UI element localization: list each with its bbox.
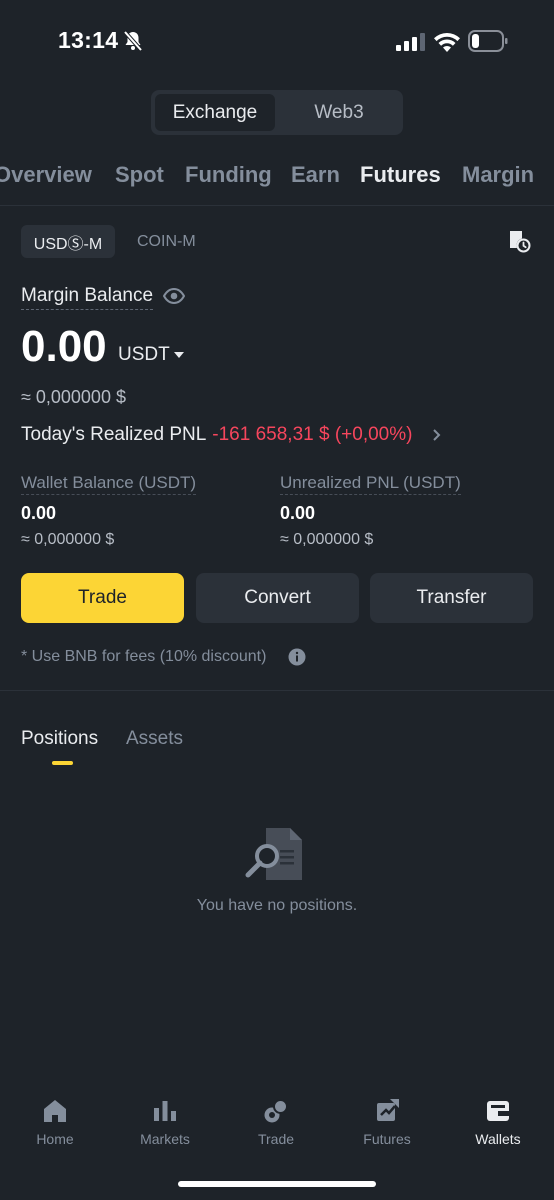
- nav-futures[interactable]: Futures: [332, 1088, 442, 1147]
- wallet-balance-value: 0.00: [21, 503, 57, 523]
- nav-trade[interactable]: Trade: [221, 1088, 331, 1147]
- nav-trade-label: Trade: [257, 1131, 295, 1147]
- empty-positions-text: You have no positions.: [196, 897, 358, 914]
- chevron-right-icon[interactable]: [430, 428, 442, 442]
- futures-icon: [377, 1099, 399, 1121]
- bnb-fee-note: * Use BNB for fees (10% discount): [21, 648, 267, 665]
- convert-button[interactable]: Convert: [196, 573, 359, 623]
- nav-home-label: Home: [36, 1131, 74, 1147]
- tab-spot[interactable]: Spot: [115, 162, 164, 188]
- nav-home[interactable]: Home: [0, 1088, 110, 1147]
- home-icon: [44, 1100, 66, 1122]
- wallet-icon: [487, 1101, 509, 1121]
- nav-markets-label: Markets: [140, 1131, 190, 1147]
- tab-funding[interactable]: Funding: [185, 162, 272, 188]
- markets-icon: [154, 1101, 176, 1121]
- active-tab-indicator: [52, 761, 73, 765]
- exchange-toggle[interactable]: Exchange: [155, 94, 275, 131]
- battery-icon: [468, 30, 508, 52]
- nav-markets[interactable]: Markets: [110, 1088, 220, 1147]
- wallet-tabs: Overview Spot Funding Earn Futures Margi…: [0, 160, 554, 196]
- status-time: 13:14: [58, 27, 119, 53]
- margin-balance-label[interactable]: Margin Balance: [21, 285, 154, 310]
- trade-button[interactable]: Trade: [21, 573, 184, 623]
- eye-icon[interactable]: [163, 286, 185, 306]
- no-results-icon: [245, 828, 302, 880]
- wallet-balance-label[interactable]: Wallet Balance (USDT): [21, 473, 197, 495]
- unrealized-pnl-label[interactable]: Unrealized PNL (USDT): [280, 473, 461, 495]
- info-icon[interactable]: [288, 648, 306, 666]
- nav-wallets[interactable]: Wallets: [443, 1088, 553, 1147]
- unrealized-pnl-approx: ≈ 0,000000 $: [280, 531, 374, 548]
- realized-pnl-row[interactable]: Today's Realized PNL -161 658,31 $ (+0,00…: [21, 424, 412, 446]
- nav-wallets-label: Wallets: [475, 1131, 521, 1147]
- unrealized-pnl-value: 0.00: [280, 503, 316, 523]
- realized-pnl-label: Today's Realized PNL: [21, 424, 207, 445]
- tab-assets[interactable]: Assets: [126, 728, 183, 750]
- mode-switch: Exchange Web3: [151, 90, 403, 135]
- margin-balance-value: 0.00: [21, 322, 107, 371]
- tab-futures[interactable]: Futures: [360, 162, 441, 188]
- realized-pnl-value: -161 658,31 $ (+0,00%): [212, 424, 413, 445]
- cellular-signal-icon: [396, 33, 425, 51]
- web3-toggle[interactable]: Web3: [279, 94, 399, 131]
- wallet-balance-approx: ≈ 0,000000 $: [21, 531, 115, 548]
- currency-selector[interactable]: USDT: [118, 344, 170, 366]
- caret-down-icon[interactable]: [173, 350, 185, 360]
- tab-earn[interactable]: Earn: [291, 162, 340, 188]
- section-divider: [0, 690, 554, 691]
- status-bar: 13:14: [0, 0, 554, 84]
- margin-balance-approx: ≈ 0,000000 $: [21, 387, 126, 407]
- trade-icon: [264, 1099, 288, 1123]
- transfer-button[interactable]: Transfer: [370, 573, 533, 623]
- tab-overview[interactable]: Overview: [0, 162, 92, 188]
- tab-usds-m[interactable]: USDⓈ-M: [21, 225, 115, 258]
- divider: [0, 205, 554, 206]
- tab-coin-m[interactable]: COIN-M: [137, 233, 196, 251]
- bell-off-icon: [123, 30, 143, 52]
- wifi-icon: [434, 32, 460, 52]
- tab-positions[interactable]: Positions: [21, 728, 98, 750]
- nav-futures-label: Futures: [363, 1131, 411, 1147]
- tab-margin[interactable]: Margin: [462, 162, 534, 188]
- history-icon[interactable]: [507, 229, 531, 253]
- home-indicator: [178, 1181, 376, 1187]
